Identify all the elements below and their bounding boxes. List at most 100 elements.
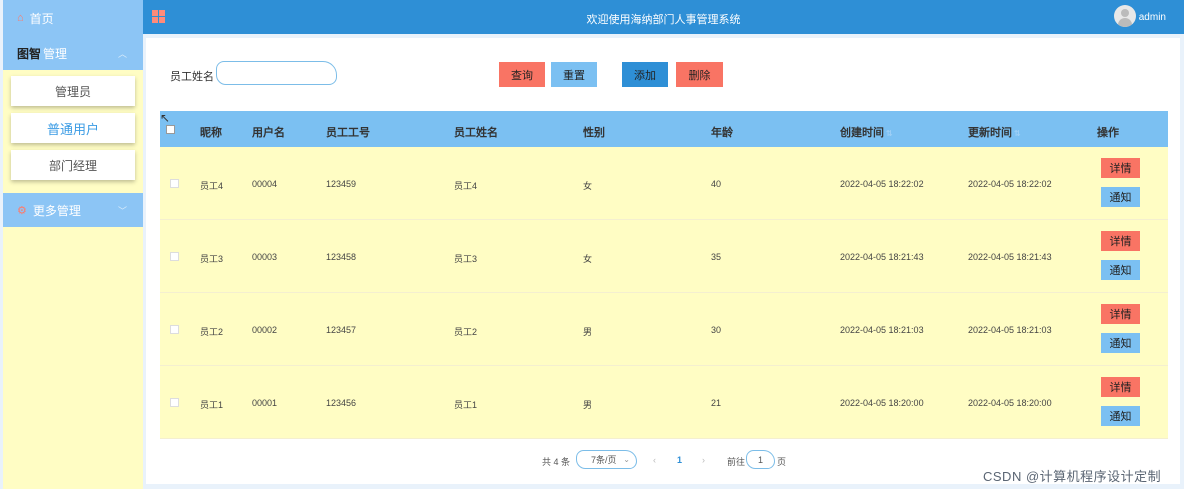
notify-button[interactable]: 通知 — [1101, 260, 1140, 280]
cell-created: 2022-04-05 18:22:02 — [840, 179, 924, 189]
table-header: 昵称 用户名 员工工号 员工姓名 性别 年龄 创建时间 ⇅ 更新时间 ⇅ 操作 — [160, 111, 1168, 147]
cell-age: 40 — [711, 179, 722, 189]
cell-nickname: 员工2 — [200, 327, 224, 337]
search-label: 员工姓名 — [170, 71, 214, 83]
cell-nickname: 员工4 — [200, 181, 224, 191]
chevron-up-icon: ︿ — [117, 48, 127, 59]
sidebar-group-label: 管理 — [43, 46, 68, 61]
settings-icon: ⚙ — [17, 204, 27, 217]
detail-button[interactable]: 详情 — [1101, 377, 1140, 397]
cell-gender: 男 — [583, 400, 593, 410]
cell-emp-no: 123457 — [326, 325, 357, 335]
cell-emp-name: 员工3 — [454, 254, 478, 264]
cell-emp-name: 员工1 — [454, 400, 478, 410]
cell-updated: 2022-04-05 18:21:03 — [968, 325, 1052, 335]
cell-gender: 女 — [583, 181, 593, 191]
page-size-select[interactable]: 7条/页 ⌄ — [576, 450, 637, 469]
table-row: 员工1 00001 123456 员工1 男 21 2022-04-05 18:… — [160, 366, 1168, 439]
query-button[interactable]: 查询 — [499, 62, 545, 87]
header-username: 用户名 — [252, 127, 285, 139]
reset-button[interactable]: 重置 — [551, 62, 597, 87]
sidebar-group-user-management[interactable]: 图智 管理 ︿ — [3, 36, 143, 70]
sidebar: ⌂ 首页 图智 管理 ︿ 管理员 普通用户 部门经理 ⚙ 更多管理 ﹀ — [3, 0, 143, 489]
chevron-down-icon: ﹀ — [117, 205, 127, 216]
row-checkbox[interactable] — [170, 252, 179, 261]
add-button[interactable]: 添加 — [622, 62, 668, 87]
notify-button[interactable]: 通知 — [1101, 187, 1140, 207]
sort-icon[interactable]: ⇅ — [886, 129, 893, 138]
main-panel: 员工姓名 查询 重置 添加 删除 昵称 用户名 员工工号 员工姓名 性别 年龄 … — [146, 38, 1180, 484]
goto-page-value: 1 — [757, 454, 763, 465]
table-row: 员工4 00004 123459 员工4 女 40 2022-04-05 18:… — [160, 147, 1168, 220]
header-gender: 性别 — [583, 127, 605, 139]
header-emp-name: 员工姓名 — [454, 127, 498, 139]
cell-username: 00003 — [252, 252, 278, 262]
sidebar-group-label: 更多管理 — [32, 203, 81, 218]
sidebar-item-dept-manager[interactable]: 部门经理 — [11, 150, 135, 180]
page-size-value: 7条/页 — [591, 455, 617, 465]
sort-icon[interactable]: ⇅ — [1014, 129, 1021, 138]
goto-page-input[interactable]: 1 — [746, 450, 775, 469]
employee-name-input[interactable] — [216, 61, 337, 85]
cell-updated: 2022-04-05 18:22:02 — [968, 179, 1052, 189]
notify-button[interactable]: 通知 — [1101, 406, 1140, 426]
cell-emp-no: 123458 — [326, 252, 357, 262]
detail-button[interactable]: 详情 — [1101, 231, 1140, 251]
cell-nickname: 员工3 — [200, 254, 224, 264]
cell-age: 35 — [711, 252, 722, 262]
employee-table: 昵称 用户名 员工工号 员工姓名 性别 年龄 创建时间 ⇅ 更新时间 ⇅ 操作 员工… — [160, 111, 1168, 439]
pagination-total: 共 4 条 — [542, 457, 571, 467]
select-all-checkbox[interactable] — [166, 125, 175, 134]
cell-created: 2022-04-05 18:21:43 — [840, 252, 924, 262]
home-icon: ⌂ — [17, 12, 24, 24]
current-user-name[interactable]: admin — [1139, 12, 1166, 23]
cell-emp-no: 123456 — [326, 398, 357, 408]
cell-gender: 女 — [583, 254, 593, 264]
cell-age: 30 — [711, 325, 722, 335]
header-actions: 操作 — [1097, 127, 1119, 139]
sidebar-submenu: 管理员 普通用户 部门经理 — [3, 70, 143, 193]
cell-nickname: 员工1 — [200, 400, 224, 410]
notify-button[interactable]: 通知 — [1101, 333, 1140, 353]
detail-button[interactable]: 详情 — [1101, 304, 1140, 324]
sidebar-item-normal-user[interactable]: 普通用户 — [11, 113, 135, 143]
sidebar-item-admin[interactable]: 管理员 — [11, 76, 135, 106]
header-created[interactable]: 创建时间 ⇅ — [840, 124, 893, 140]
table-row: 员工3 00003 123458 员工3 女 35 2022-04-05 18:… — [160, 220, 1168, 293]
top-header: 欢迎使用海纳部门人事管理系统 admin — [143, 0, 1184, 34]
sidebar-item-label: 首页 — [29, 11, 54, 26]
cell-username: 00002 — [252, 325, 278, 335]
header-created-label: 创建时间 — [840, 127, 884, 139]
detail-button[interactable]: 详情 — [1101, 158, 1140, 178]
delete-button[interactable]: 删除 — [676, 62, 723, 87]
prev-page-icon[interactable]: ‹ — [653, 455, 656, 465]
sidebar-item-home[interactable]: ⌂ 首页 — [3, 0, 143, 36]
user-avatar-icon[interactable] — [1114, 5, 1136, 27]
cell-emp-name: 员工2 — [454, 327, 478, 337]
search-bar: 员工姓名 查询 重置 添加 删除 — [146, 38, 1180, 108]
next-page-icon[interactable]: › — [702, 455, 705, 465]
goto-suffix: 页 — [777, 457, 787, 467]
watermark: CSDN @计算机程序设计定制 — [983, 469, 1162, 484]
mouse-cursor-icon: ↖ — [160, 111, 171, 125]
cell-created: 2022-04-05 18:21:03 — [840, 325, 924, 335]
cell-username: 00001 — [252, 398, 278, 408]
sidebar-group-more-management[interactable]: ⚙ 更多管理 ﹀ — [3, 193, 143, 227]
chevron-down-icon: ⌄ — [623, 455, 630, 464]
system-title: 欢迎使用海纳部门人事管理系统 — [586, 14, 741, 26]
row-checkbox[interactable] — [170, 325, 179, 334]
header-nickname: 昵称 — [200, 127, 222, 139]
cell-age: 21 — [711, 398, 722, 408]
cell-emp-no: 123459 — [326, 179, 357, 189]
row-checkbox[interactable] — [170, 179, 179, 188]
page-number-current[interactable]: 1 — [677, 455, 682, 465]
header-updated[interactable]: 更新时间 ⇅ — [968, 124, 1021, 140]
cell-username: 00004 — [252, 179, 278, 189]
header-updated-label: 更新时间 — [968, 127, 1012, 139]
cell-updated: 2022-04-05 18:21:43 — [968, 252, 1052, 262]
table-row: 员工2 00002 123457 员工2 男 30 2022-04-05 18:… — [160, 293, 1168, 366]
cell-updated: 2022-04-05 18:20:00 — [968, 398, 1052, 408]
goto-prefix: 前往 — [727, 457, 746, 467]
row-checkbox[interactable] — [170, 398, 179, 407]
cell-emp-name: 员工4 — [454, 181, 478, 191]
